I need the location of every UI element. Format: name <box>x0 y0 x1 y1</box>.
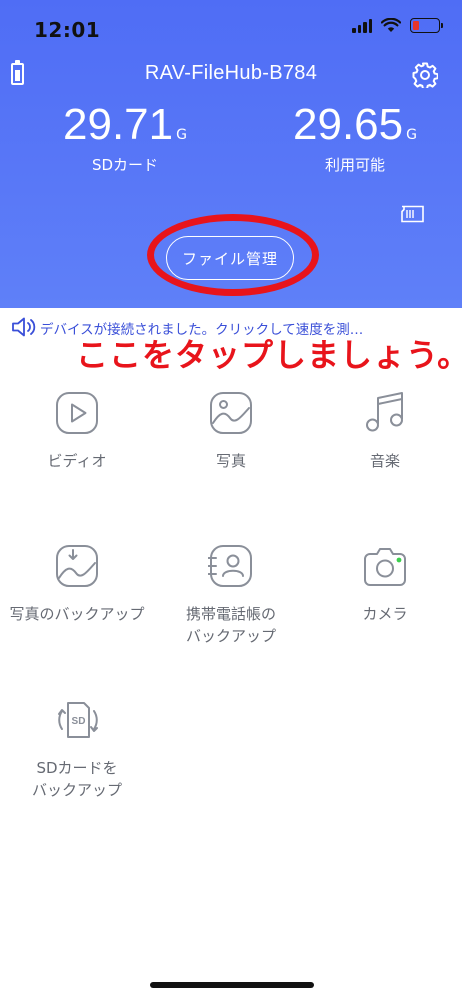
menu-video[interactable]: ビディオ <box>0 390 154 472</box>
sd-backup-icon: SD <box>58 702 98 738</box>
camera-icon <box>364 548 406 586</box>
menu-sd-backup[interactable]: SD SDカードを バックアップ <box>0 697 154 801</box>
gear-icon[interactable] <box>412 62 438 88</box>
available-value: 29.65 <box>293 100 404 149</box>
signal-icon <box>352 18 372 33</box>
speaker-icon <box>12 317 36 337</box>
photo-icon <box>210 392 252 434</box>
menu-photo-backup[interactable]: 写真のバックアップ <box>0 543 154 625</box>
sd-icon-text: SD <box>72 716 86 727</box>
menu-music-label: 音楽 <box>369 452 400 470</box>
sd-card-unit: G <box>176 127 187 143</box>
menu-sd-backup-label: SDカードを バックアップ <box>0 757 154 801</box>
contacts-icon <box>208 545 252 587</box>
contacts-backup-line2: バックアップ <box>185 627 276 645</box>
sd-card-value: 29.71 <box>63 100 174 149</box>
header-panel: 12:01 RAV-FileHub-B784 29.71 G SDカード 29.6… <box>0 0 462 308</box>
menu-photos-label: 写真 <box>215 452 246 470</box>
photo-backup-icon <box>56 545 98 587</box>
device-name: RAV-FileHub-B784 <box>144 62 318 84</box>
menu-music[interactable]: 音楽 <box>308 390 462 472</box>
available-unit: G <box>406 127 417 143</box>
phone-battery-icon <box>410 18 443 33</box>
menu-photos[interactable]: 写真 <box>154 390 308 472</box>
available-stat: 29.65 G 利用可能 <box>285 98 425 175</box>
sd-backup-line1: SDカードを <box>36 759 118 777</box>
sd-card-stat: 29.71 G SDカード <box>60 98 190 175</box>
menu-video-label: ビディオ <box>47 452 107 470</box>
tap-here-caption: ここをタップしましょう。 <box>76 336 462 374</box>
contacts-backup-line1: 携帯電話帳の <box>185 605 276 623</box>
menu-camera[interactable]: カメラ <box>308 543 462 625</box>
sd-backup-line2: バックアップ <box>31 781 122 799</box>
status-time: 12:01 <box>34 18 101 42</box>
home-indicator[interactable] <box>150 982 314 988</box>
highlight-circle <box>147 214 319 296</box>
sd-card-label: SDカード <box>91 156 159 174</box>
status-indicators <box>352 18 443 33</box>
available-label: 利用可能 <box>324 156 385 174</box>
menu-camera-label: カメラ <box>362 605 408 623</box>
music-icon <box>366 392 403 432</box>
menu-photo-backup-label: 写真のバックアップ <box>9 605 145 623</box>
sd-card-icon[interactable] <box>399 205 425 223</box>
menu-contacts-backup[interactable]: 携帯電話帳の バックアップ <box>154 543 308 647</box>
menu-contacts-backup-label: 携帯電話帳の バックアップ <box>154 603 308 647</box>
wifi-icon <box>381 18 401 32</box>
video-icon <box>56 392 98 434</box>
